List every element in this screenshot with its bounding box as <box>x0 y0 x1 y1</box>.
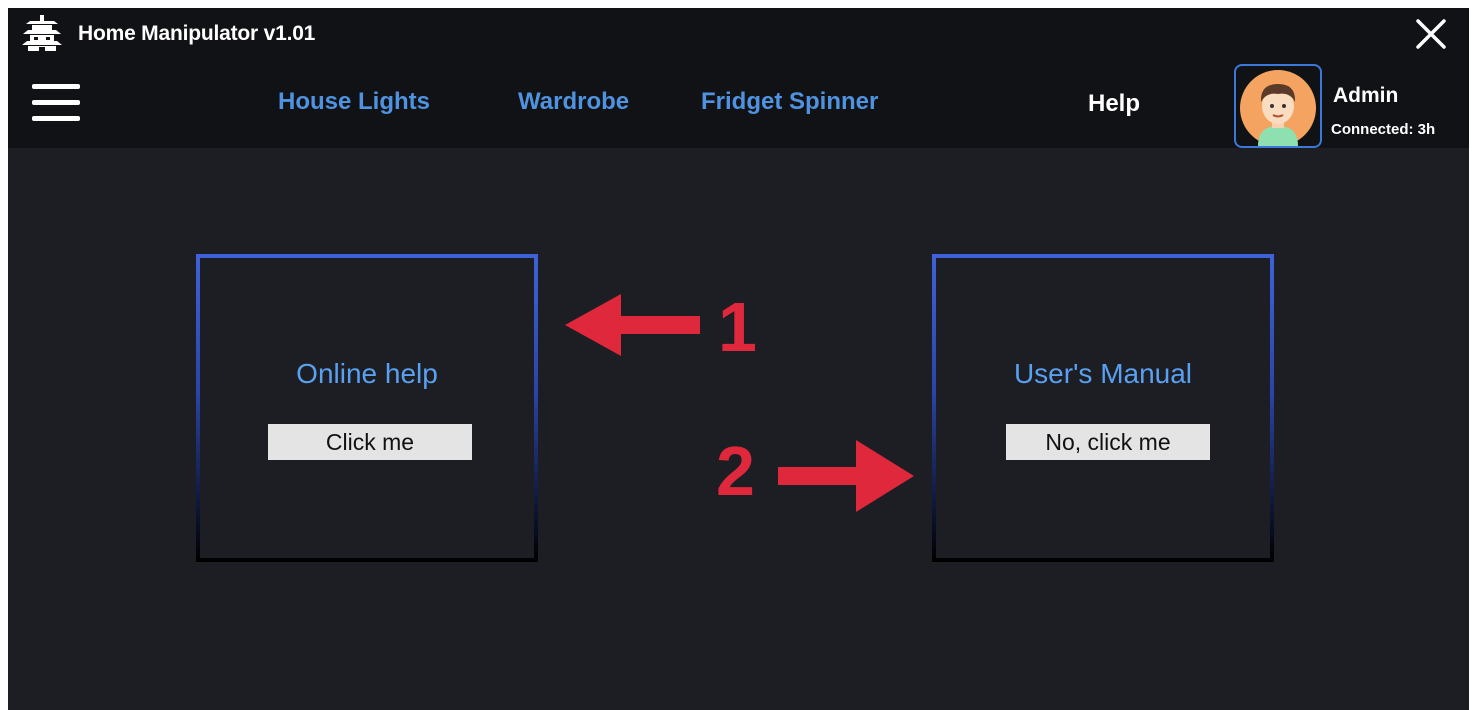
nav-wardrobe[interactable]: Wardrobe <box>518 88 629 116</box>
hamburger-menu-icon <box>32 84 80 121</box>
pagoda-icon <box>20 14 64 57</box>
users-manual-title: User's Manual <box>1013 358 1193 389</box>
nav-house-lights[interactable]: House Lights <box>278 88 430 116</box>
connection-status: Connected: 3h <box>1331 121 1436 138</box>
hamburger-menu-button[interactable] <box>32 80 82 126</box>
online-help-title: Online help <box>296 358 438 389</box>
avatar[interactable] <box>1234 64 1322 148</box>
title-bar: Home Manipulator v1.01 <box>8 8 1469 60</box>
nav-fridget-spinner[interactable]: Fridget Spinner <box>701 88 878 116</box>
app-window: Home Manipulator v1.01 House Lights Ward… <box>8 8 1469 710</box>
app-title: Home Manipulator v1.01 <box>78 22 316 45</box>
right-arrow-icon <box>778 440 914 512</box>
nav-help[interactable]: Help <box>1088 90 1140 118</box>
nav-bar: House Lights Wardrobe Fridget Spinner He… <box>8 60 1469 148</box>
left-arrow-icon <box>565 294 700 356</box>
user-avatar-icon <box>1240 70 1316 146</box>
annotation-number-1: 1 <box>718 288 757 366</box>
annotation-number-2: 2 <box>716 432 755 510</box>
online-help-button[interactable]: Click me <box>268 424 472 460</box>
user-name: Admin <box>1333 84 1399 107</box>
users-manual-card: User's Manual No, click me <box>932 254 1274 562</box>
users-manual-button[interactable]: No, click me <box>1006 424 1210 460</box>
close-button[interactable] <box>1415 18 1447 50</box>
close-icon <box>1416 19 1446 49</box>
online-help-card: Online help Click me <box>196 254 538 562</box>
